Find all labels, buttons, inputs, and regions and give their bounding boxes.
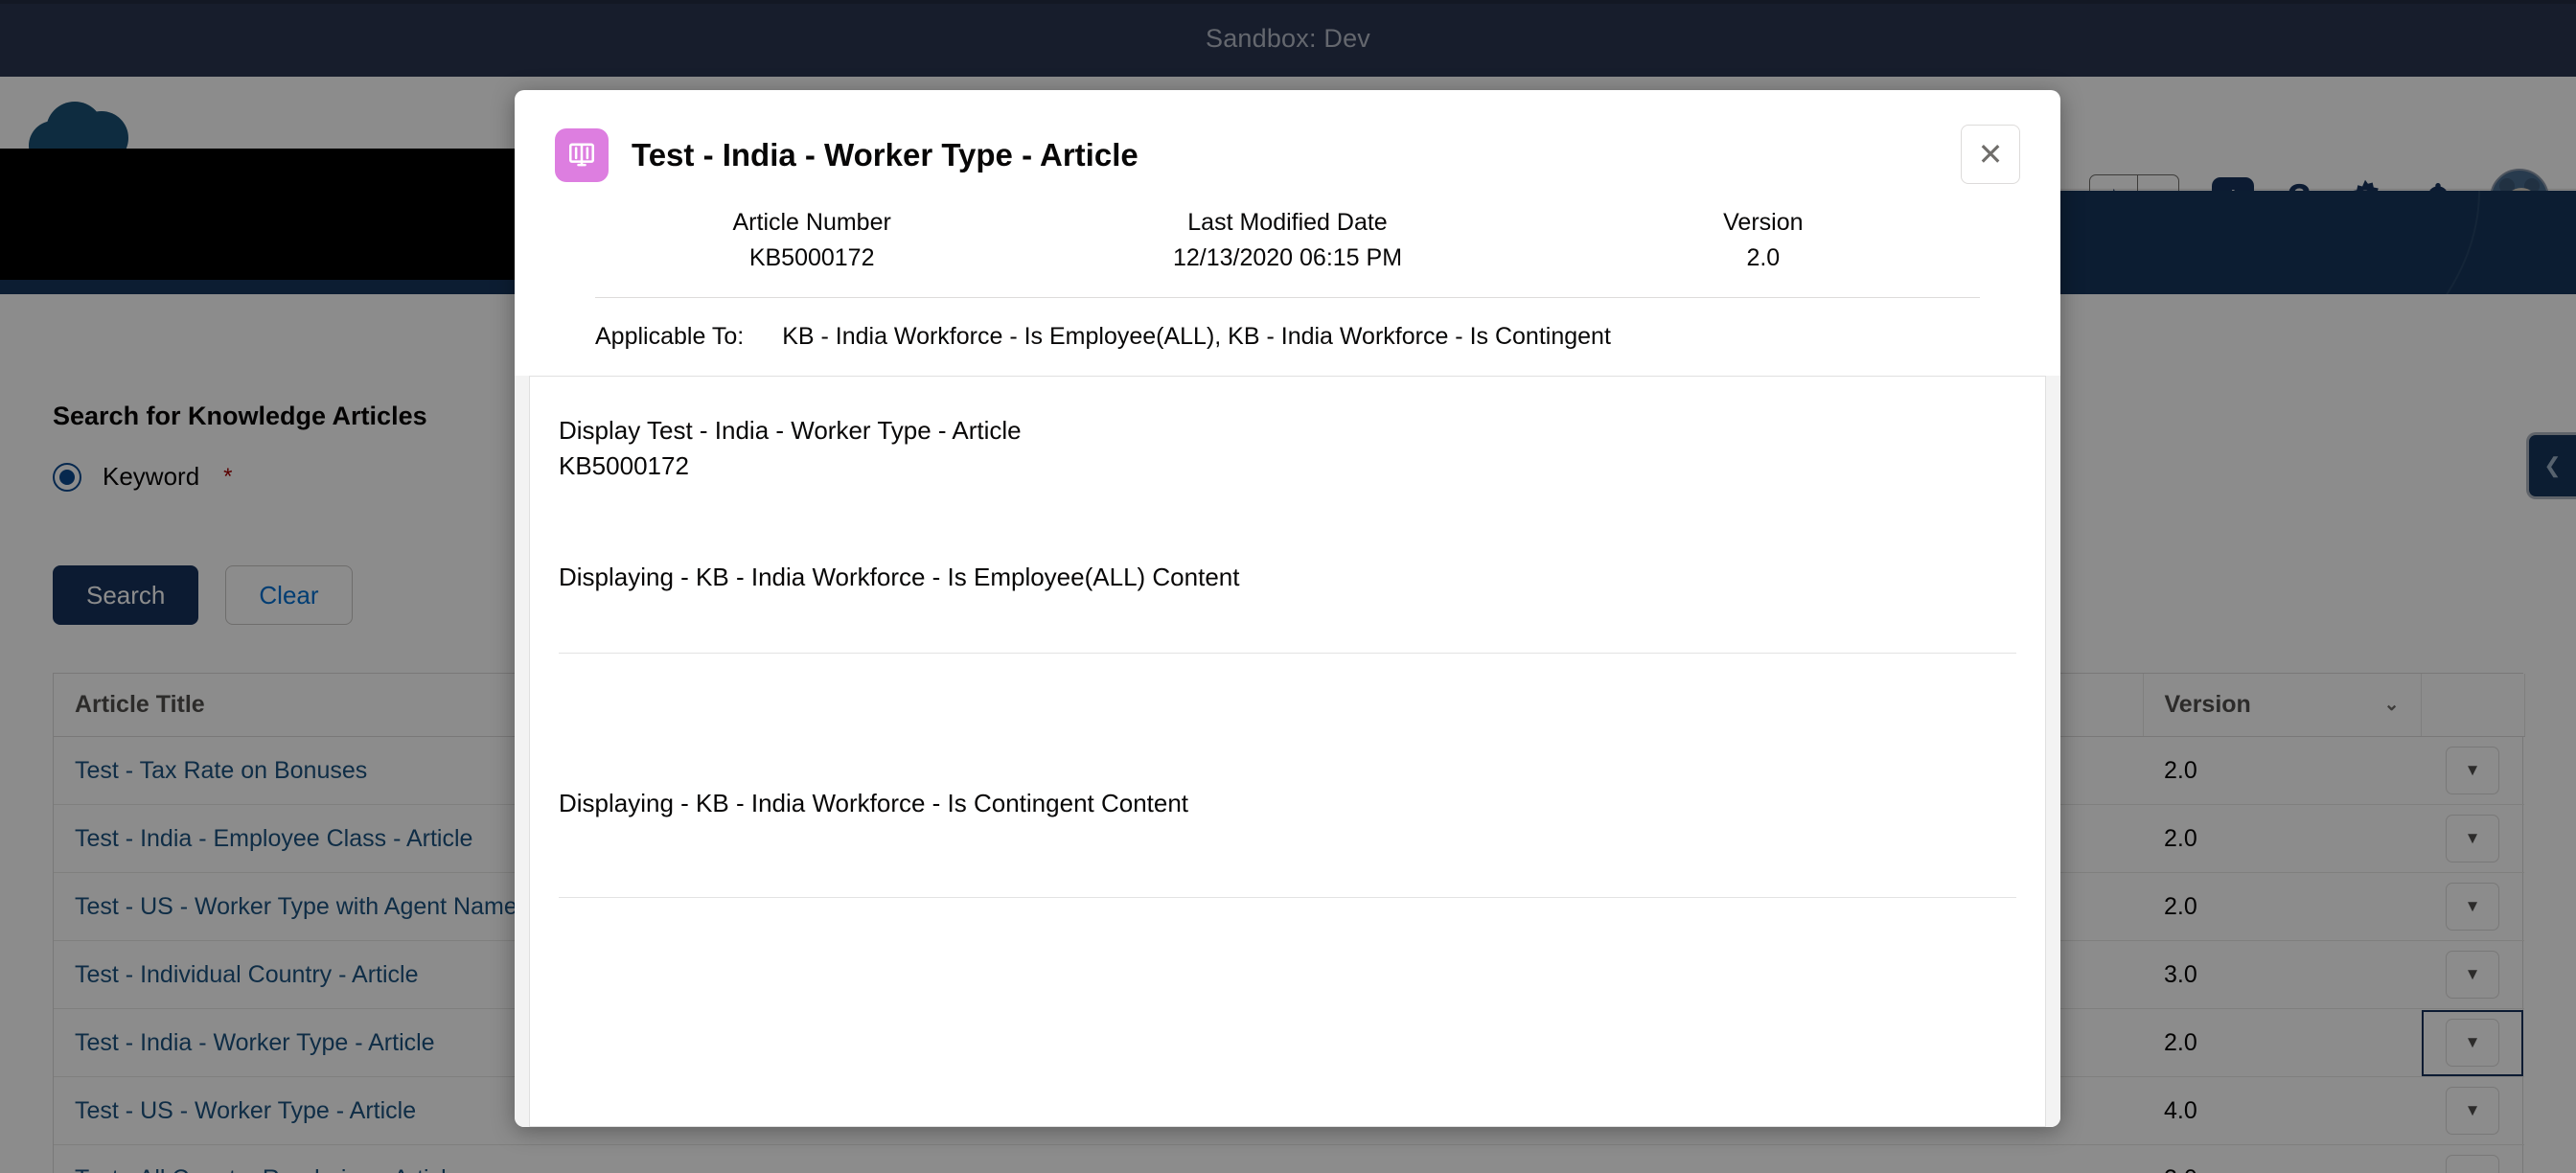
article-heading-line-2: KB5000172: [559, 451, 689, 481]
article-content-card: Display Test - India - Worker Type - Art…: [529, 376, 2046, 1127]
applicable-to-label: Applicable To:: [595, 323, 745, 350]
knowledge-article-icon: [555, 128, 609, 182]
meta-version: Version 2.0: [1526, 209, 2001, 272]
article-divider-2: [559, 896, 2016, 898]
modal-title: Test - India - Worker Type - Article: [632, 137, 1138, 172]
article-section-1-text: Displaying - KB - India Workforce - Is E…: [559, 562, 1240, 591]
modal-title-row: Test - India - Worker Type - Article: [555, 128, 2020, 182]
meta-value: KB5000172: [748, 244, 875, 271]
modal-header: Test - India - Worker Type - Article ✕ A…: [515, 90, 2060, 376]
meta-label: Article Number: [732, 209, 891, 236]
meta-value: 2.0: [1746, 244, 1781, 271]
article-preview-modal: Test - India - Worker Type - Article ✕ A…: [515, 90, 2060, 1127]
meta-label: Last Modified Date: [1187, 209, 1388, 236]
meta-article-number: Article Number KB5000172: [574, 209, 1049, 272]
applicable-to-row: Applicable To: KB - India Workforce - Is…: [555, 298, 2020, 376]
app-root: Sandbox: Dev ★ ▼ + ?: [0, 0, 2576, 1173]
article-meta-row: Article Number KB5000172 Last Modified D…: [555, 209, 2020, 272]
article-section-2-text: Displaying - KB - India Workforce - Is C…: [559, 789, 1189, 818]
modal-body: Display Test - India - Worker Type - Art…: [515, 376, 2060, 1127]
meta-label: Version: [1723, 209, 1804, 236]
article-heading-line-1: Display Test - India - Worker Type - Art…: [559, 416, 1022, 445]
applicable-to-value: KB - India Workforce - Is Employee(ALL),…: [782, 323, 1611, 350]
meta-last-modified-date: Last Modified Date 12/13/2020 06:15 PM: [1049, 209, 1525, 272]
close-icon[interactable]: ✕: [1961, 125, 2020, 184]
meta-value: 12/13/2020 06:15 PM: [1172, 244, 1403, 271]
